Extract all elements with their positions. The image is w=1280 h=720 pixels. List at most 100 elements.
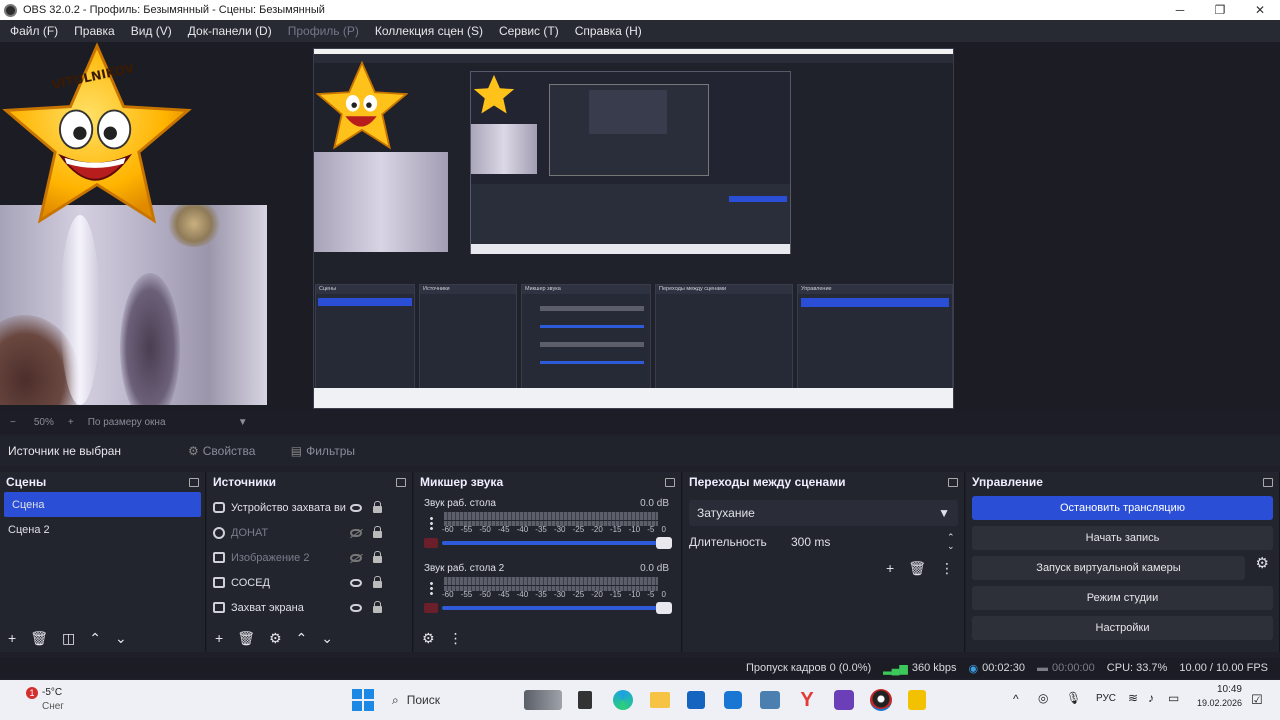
settings-button[interactable]: Настройки: [972, 616, 1273, 640]
volume-slider-handle[interactable]: [656, 602, 672, 614]
minimize-button[interactable]: ─: [1160, 0, 1200, 20]
eye-icon[interactable]: [350, 603, 362, 612]
fps: 10.00 / 10.00 FPS: [1179, 662, 1268, 674]
eye-icon[interactable]: [350, 578, 362, 587]
lock-icon[interactable]: [373, 501, 382, 513]
studio-mode-button[interactable]: Режим студии: [972, 586, 1273, 610]
menu-item[interactable]: Справка (H): [567, 24, 650, 38]
source-item[interactable]: Устройство захвата ви: [207, 495, 412, 520]
advanced-audio-icon[interactable]: ⚙: [422, 630, 435, 647]
fit-mode-select[interactable]: По размеру окна: [88, 417, 238, 428]
virtual-camera-settings-icon[interactable]: ⚙: [1256, 554, 1269, 572]
channel-menu-icon[interactable]: [430, 581, 433, 595]
taskbar-search[interactable]: ⌕ Поиск: [382, 687, 512, 713]
move-down-button[interactable]: ⌄: [321, 630, 333, 647]
menu-item[interactable]: Сервис (T): [491, 24, 567, 38]
undock-icon[interactable]: [189, 477, 199, 487]
yandex-browser-icon[interactable]: Y: [799, 689, 815, 711]
fit-dropdown-icon[interactable]: ▼: [238, 417, 248, 428]
scene-item[interactable]: Сцена 2: [0, 517, 205, 542]
add-source-button[interactable]: +: [215, 630, 223, 646]
close-button[interactable]: ✕: [1240, 0, 1280, 20]
microphone-icon[interactable]: 🎙: [1066, 691, 1081, 705]
remove-source-button[interactable]: 🗑: [237, 630, 255, 647]
transition-menu-icon[interactable]: ⋮: [940, 560, 954, 577]
volume-icon[interactable]: ♪: [1148, 691, 1154, 705]
pinned-app-icon[interactable]: [524, 690, 562, 710]
channel-menu-icon[interactable]: [430, 516, 433, 530]
nested-preview-inner: [470, 71, 791, 254]
eye-hidden-icon[interactable]: [350, 553, 362, 562]
store-icon[interactable]: [687, 691, 705, 709]
add-scene-button[interactable]: +: [8, 630, 16, 646]
wifi-icon[interactable]: ≋: [1128, 691, 1138, 705]
filters-button[interactable]: Фильтры: [306, 444, 355, 458]
meter-ticks: -60 -55 -50 -45 -40 -35 -30 -25 -20 -15 -10 -5 0: [442, 525, 666, 534]
eye-icon[interactable]: [350, 503, 362, 512]
spin-arrows-icon[interactable]: ⌃ ⌄: [947, 533, 955, 551]
lock-icon[interactable]: [373, 601, 382, 613]
transition-select[interactable]: Затухание ▼: [689, 500, 958, 526]
menu-item[interactable]: Док-панели (D): [180, 24, 280, 38]
undock-icon[interactable]: [665, 477, 675, 487]
outlook-icon[interactable]: [724, 691, 742, 709]
photos-icon[interactable]: [760, 691, 780, 709]
remove-transition-button[interactable]: 🗑: [908, 560, 926, 577]
source-item[interactable]: Захват экрана: [207, 595, 412, 620]
volume-slider[interactable]: [442, 537, 672, 549]
menu-item[interactable]: Правка: [66, 24, 123, 38]
eye-hidden-icon[interactable]: [350, 528, 362, 537]
scene-filters-button[interactable]: ◫: [62, 630, 75, 647]
clock[interactable]: 10:49 19.02.2026: [1186, 684, 1242, 708]
stream-time: 00:02:30: [982, 662, 1025, 674]
volume-slider-handle[interactable]: [656, 537, 672, 549]
file-explorer-icon[interactable]: [650, 692, 670, 708]
source-item[interactable]: ДОНАТ: [207, 520, 412, 545]
star-mascot-image: VITULNIKOV: [2, 42, 192, 224]
stop-streaming-button[interactable]: Остановить трансляцию: [972, 496, 1273, 520]
move-up-button[interactable]: ⌃: [296, 630, 308, 647]
zoom-in-button[interactable]: +: [68, 417, 74, 428]
mixer-menu-icon[interactable]: ⋮: [449, 630, 463, 647]
mute-indicator-icon[interactable]: [424, 603, 438, 613]
source-item[interactable]: Изображение 2: [207, 545, 412, 570]
undock-icon[interactable]: [396, 477, 406, 487]
tray-app-icon[interactable]: ◎: [1038, 691, 1048, 705]
volume-slider[interactable]: [442, 602, 672, 614]
language-indicator[interactable]: РУС: [1096, 693, 1116, 704]
move-up-button[interactable]: ⌃: [89, 630, 101, 647]
notifications-icon[interactable]: ☑: [1251, 692, 1263, 708]
start-recording-button[interactable]: Начать запись: [972, 526, 1273, 550]
edge-browser-icon[interactable]: [613, 690, 633, 710]
menu-item[interactable]: Вид (V): [123, 24, 180, 38]
battery-icon[interactable]: ▭: [1168, 691, 1179, 705]
zoom-out-button[interactable]: −: [10, 417, 16, 428]
properties-button[interactable]: Свойства: [203, 444, 291, 458]
lock-icon[interactable]: [373, 576, 382, 588]
start-virtual-camera-button[interactable]: Запуск виртуальной камеры: [972, 556, 1245, 580]
source-settings-button[interactable]: ⚙: [269, 630, 282, 647]
source-toolbar: Источник не выбран ⚙ Свойства ▤ Фильтры: [0, 436, 1280, 466]
lock-icon[interactable]: [373, 526, 382, 538]
source-item[interactable]: СОСЕД: [207, 570, 412, 595]
menu-item[interactable]: Коллекция сцен (S): [367, 24, 491, 38]
obs-taskbar-icon[interactable]: [870, 689, 892, 711]
undock-icon[interactable]: [1263, 477, 1273, 487]
remove-scene-button[interactable]: 🗑: [30, 630, 48, 647]
lock-icon[interactable]: [373, 551, 382, 563]
restore-button[interactable]: ❐: [1200, 0, 1240, 20]
move-down-button[interactable]: ⌄: [115, 630, 127, 647]
mute-indicator-icon[interactable]: [424, 538, 438, 548]
undock-icon[interactable]: [948, 477, 958, 487]
add-transition-button[interactable]: +: [886, 560, 894, 577]
menu-item[interactable]: Файл (F): [2, 24, 66, 38]
duration-spinbox[interactable]: 300 ms: [787, 531, 947, 553]
game-app-icon[interactable]: [834, 690, 854, 710]
pinned-app-icon[interactable]: [908, 690, 926, 710]
pinned-app-icon[interactable]: [578, 691, 592, 709]
preview-canvas[interactable]: VITULNIKOV Сцены Источники Микшер звука: [0, 42, 1280, 410]
scene-item[interactable]: Сцена: [4, 492, 201, 517]
tray-overflow-icon[interactable]: ^: [1013, 692, 1019, 706]
start-button[interactable]: [352, 689, 374, 711]
weather-widget[interactable]: 1 -5°C Снег: [10, 684, 82, 716]
